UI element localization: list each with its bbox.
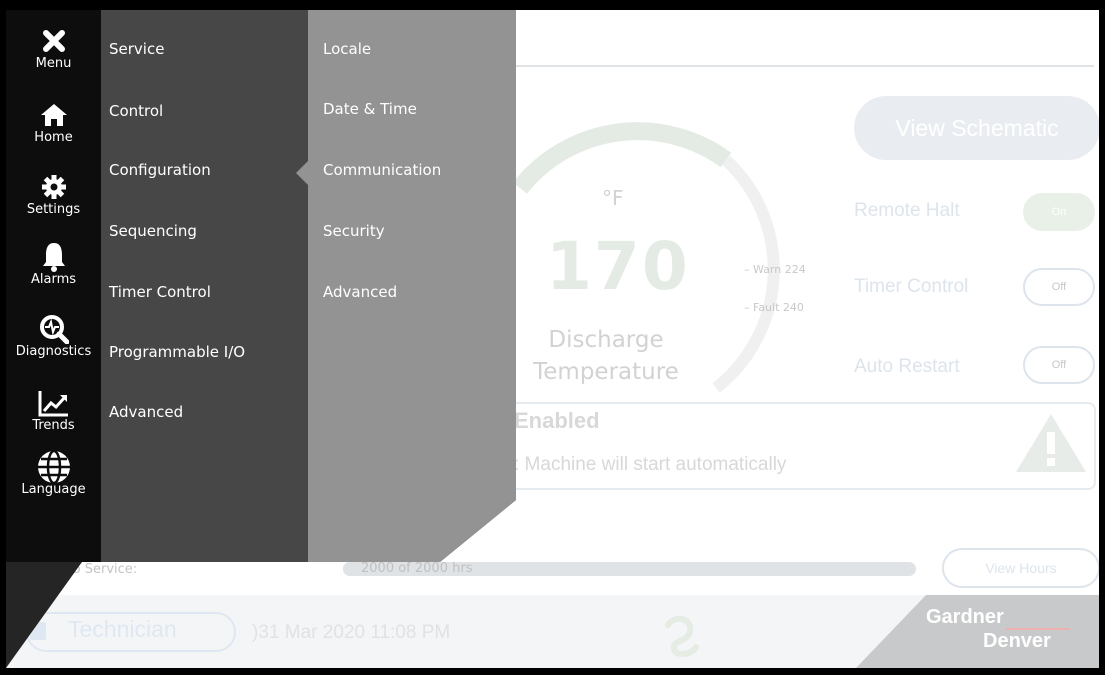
sidebar-item-label: Menu [35,56,72,71]
sidebar-item-label: Trends [32,418,75,433]
sidebar-item-diagnostics[interactable]: Diagnostics [6,310,101,372]
sidebar-item-label: Alarms [30,272,77,287]
menu-item-control[interactable]: Control [109,102,163,120]
view-schematic-button[interactable]: View Schematic [854,96,1099,160]
menu-item-sequencing[interactable]: Sequencing [109,222,197,240]
close-icon [6,24,101,58]
menu-item-advanced[interactable]: Advanced [109,403,183,421]
status-title: Enabled [514,408,600,433]
gauge-warn-threshold: – Warn 224 [744,263,806,276]
gear-icon [6,170,101,204]
menu-item-configuration[interactable]: Configuration [109,161,211,179]
submenu-item-locale[interactable]: Locale [323,40,371,58]
submenu-pointer [296,161,308,185]
sidebar-item-home[interactable]: Home [6,96,101,158]
sidebar-item-settings[interactable]: Settings [6,168,101,230]
sidebar-item-label: Language [21,482,86,497]
status-message: : Machine will start automatically [514,454,787,475]
sidebar-item-label: Home [34,130,73,145]
sidebar-item-label: Diagnostics [15,344,92,359]
submenu-item-advanced[interactable]: Advanced [323,283,397,301]
menu-item-programmable-io[interactable]: Programmable I/O [109,343,245,361]
selected-pointer [88,187,101,209]
sidebar-item-menu[interactable]: Menu [6,22,101,84]
screen: °F 170 Discharge Temperature – Warn 224 … [6,10,1099,668]
sidebar: Menu Home Settings Alarms Diagnostics Tr… [6,10,101,562]
menu-item-service[interactable]: Service [109,40,164,58]
menu-item-timer-control[interactable]: Timer Control [109,283,211,301]
sidebar-item-alarms[interactable]: Alarms [6,238,101,300]
home-icon [6,98,101,132]
brand-line2: Denver [983,630,1051,652]
warning-triangle-icon [1016,414,1086,472]
company-logo-icon [665,615,699,657]
sidebar-item-language[interactable]: Language [6,448,101,510]
brand-line1: Gardner [926,606,1004,628]
service-progress-bar: 2000 of 2000 hrs [343,561,916,576]
gauge-fault-threshold: – Fault 240 [744,301,804,314]
gauge-value: 170 [546,228,690,305]
gauge-label-line2: Temperature [533,359,679,385]
gauge-label: Discharge Temperature [526,324,686,388]
trend-chart-icon [6,386,101,420]
timer-control-toggle[interactable]: Off [1023,268,1095,306]
timer-control-label: Timer Control [854,276,969,297]
header-divider [516,65,1094,67]
bell-icon [6,240,101,274]
service-progress-text: 2000 of 2000 hrs [361,561,473,576]
sidebar-item-label: Settings [26,202,81,217]
user-role: Technician [68,616,177,642]
gauge-label-line1: Discharge [548,327,664,353]
globe-icon [6,450,101,484]
submenu-item-communication[interactable]: Communication [323,161,441,179]
remote-halt-toggle[interactable]: On [1023,193,1095,231]
view-hours-button[interactable]: View Hours [942,548,1099,588]
diagnostics-magnifier-icon [6,312,101,346]
auto-restart-label: Auto Restart [854,356,960,377]
submenu-item-date-time[interactable]: Date & Time [323,100,417,118]
sidebar-item-trends[interactable]: Trends [6,384,101,446]
gauge-unit: °F [602,186,624,210]
auto-restart-toggle[interactable]: Off [1023,346,1095,384]
submenu-item-security[interactable]: Security [323,222,385,240]
remote-halt-label: Remote Halt [854,200,960,221]
date-time: )31 Mar 2020 11:08 PM [252,622,451,643]
